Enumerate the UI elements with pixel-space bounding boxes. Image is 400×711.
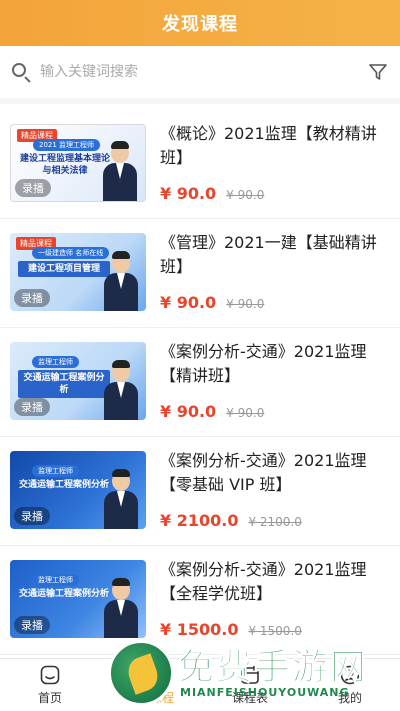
course-title[interactable]: 《案例分析-交通》2021监理【精讲班】: [160, 340, 390, 388]
course-price: ¥ 1500.0: [160, 620, 239, 639]
course-price: ¥ 90.0: [160, 293, 217, 312]
tab-schedule[interactable]: 课程表: [200, 659, 300, 711]
thumbnail-subtitle: 一级建造师 名师在线: [32, 247, 110, 259]
course-item[interactable]: 监理工程师 交通运输工程案例分析 录播 《案例分析-交通》2021监理【零基础 …: [0, 437, 400, 546]
record-badge: 录播: [14, 398, 50, 416]
course-thumbnail: 监理工程师 交通运输工程案例分析 录播: [10, 560, 146, 638]
search-icon[interactable]: [10, 61, 32, 83]
tab-home[interactable]: 首页: [0, 659, 100, 711]
thumbnail-subtitle: 监理工程师: [32, 574, 79, 586]
course-title[interactable]: 《管理》2021一建【基础精讲班】: [160, 231, 390, 279]
thumbnail-heading: 交通运输工程案例分析: [18, 370, 110, 398]
teacher-portrait: [102, 469, 140, 529]
page-title: 发现课程: [162, 14, 238, 35]
thumbnail-subtitle: 2021 监理工程师: [33, 139, 101, 151]
course-item[interactable]: 精品课程 一级建造师 名师在线 建设工程项目管理 录播 《管理》2021一建【基…: [0, 219, 400, 328]
tab-label: 发现课程: [125, 691, 174, 705]
course-price: ¥ 90.0: [160, 184, 217, 203]
search-input[interactable]: [40, 64, 366, 80]
course-list: 精品课程 2021 监理工程师 建设工程监理基本理论与相关法律 录播 《概论》2…: [0, 110, 400, 658]
course-original-price: ¥ 90.0: [226, 406, 265, 420]
user-icon: [340, 665, 360, 685]
tab-label: 课程表: [231, 691, 268, 705]
thumbnail-heading: 建设工程监理基本理论与相关法律: [19, 154, 110, 176]
home-icon: [40, 665, 60, 685]
thumbnail-heading: 交通运输工程案例分析: [18, 480, 109, 490]
course-price: ¥ 90.0: [160, 402, 217, 421]
tab-label: 我的: [337, 691, 362, 705]
tab-discover[interactable]: 发现课程: [100, 659, 200, 711]
course-item[interactable]: 精品课程 2021 监理工程师 建设工程监理基本理论与相关法律 录播 《概论》2…: [0, 110, 400, 219]
tab-label: 首页: [37, 691, 62, 705]
record-badge: 录播: [14, 507, 50, 525]
course-original-price: ¥ 1500.0: [248, 624, 302, 638]
filter-icon[interactable]: [366, 60, 390, 84]
course-thumbnail: 精品课程 2021 监理工程师 建设工程监理基本理论与相关法律 录播: [10, 124, 146, 202]
course-title[interactable]: 《概论》2021监理【教材精讲班】: [160, 122, 390, 170]
app-header: 发现课程: [0, 0, 400, 46]
course-thumbnail: 监理工程师 交通运输工程案例分析 录播: [10, 342, 146, 420]
teacher-portrait: [102, 360, 140, 420]
schedule-icon: [241, 665, 259, 684]
record-badge: 录播: [14, 616, 50, 634]
record-badge: 录播: [15, 179, 51, 197]
course-title[interactable]: 《案例分析-交通》2021监理【零基础 VIP 班】: [160, 449, 390, 497]
teacher-portrait: [102, 578, 140, 638]
course-item[interactable]: 监理工程师 交通运输工程案例分析 录播 《案例分析-交通》2021监理【精讲班】…: [0, 328, 400, 437]
course-title[interactable]: 《案例分析-交通》2021监理【全程学优班】: [160, 558, 390, 606]
course-item[interactable]: 监理工程师 交通运输工程案例分析 录播 《案例分析-交通》2021监理【全程学优…: [0, 546, 400, 655]
course-original-price: ¥ 2100.0: [248, 515, 302, 529]
thumbnail-heading: 交通运输工程案例分析: [18, 589, 109, 599]
course-original-price: ¥ 90.0: [226, 188, 265, 202]
thumbnail-heading: 建设工程项目管理: [18, 261, 110, 277]
course-thumbnail: 监理工程师 交通运输工程案例分析 录播: [10, 451, 146, 529]
tab-profile[interactable]: 我的: [300, 659, 400, 711]
thumbnail-subtitle: 监理工程师: [32, 356, 79, 368]
search-bar: [0, 46, 400, 104]
course-original-price: ¥ 90.0: [226, 297, 265, 311]
bottom-tab-bar: 首页 发现课程 课程表 我的: [0, 658, 400, 711]
course-price: ¥ 2100.0: [160, 511, 239, 530]
course-thumbnail: 精品课程 一级建造师 名师在线 建设工程项目管理 录播: [10, 233, 146, 311]
thumbnail-subtitle: 监理工程师: [32, 465, 79, 477]
teacher-portrait: [102, 251, 140, 311]
record-badge: 录播: [14, 289, 50, 307]
discover-icon: [141, 665, 159, 685]
teacher-portrait: [101, 141, 139, 201]
